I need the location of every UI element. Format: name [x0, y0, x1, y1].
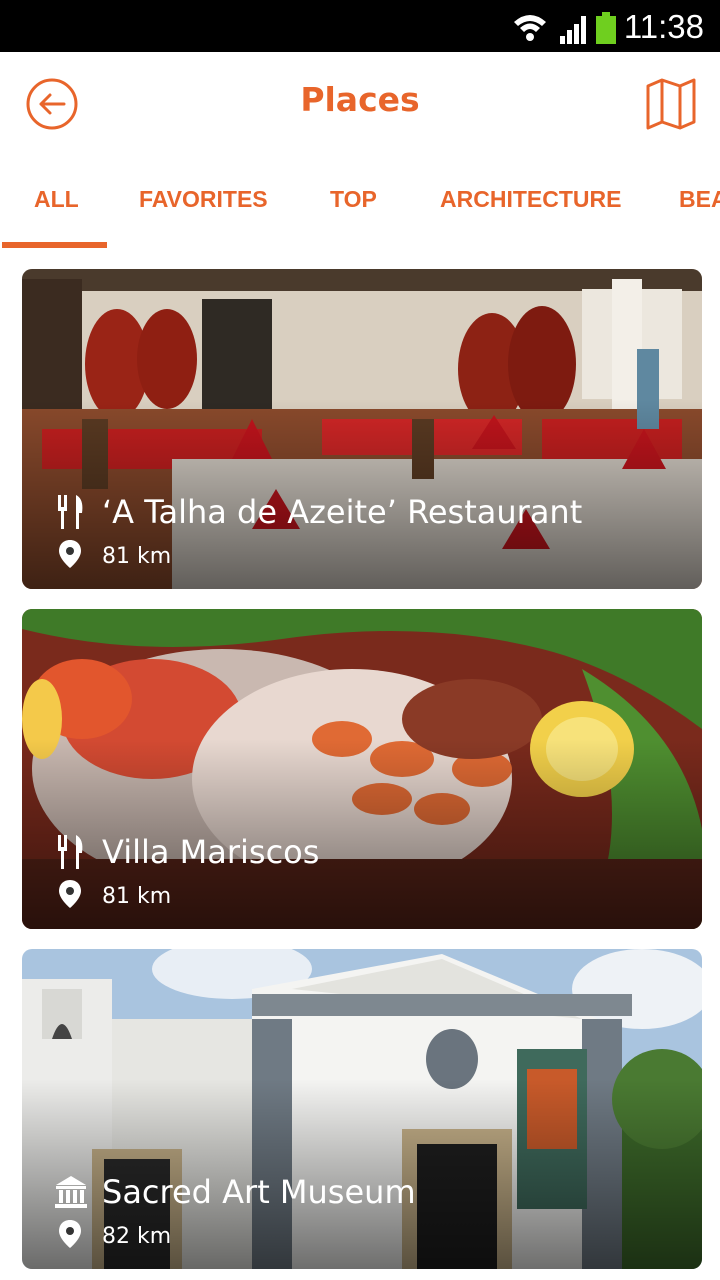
location-pin-icon	[59, 880, 81, 908]
fork-knife-icon	[58, 835, 83, 869]
status-bar: 11:38	[0, 0, 720, 52]
tab-indicator	[2, 242, 107, 248]
museum-icon	[55, 1176, 87, 1208]
place-name: ‘A Talha de Azeite’ Restaurant	[102, 493, 583, 531]
signal-icon	[560, 16, 586, 44]
category-tabs: ALL FAVORITES TOP ARCHITECTURE BEA	[0, 162, 720, 248]
place-name: Villa Mariscos	[102, 833, 320, 871]
location-pin-icon	[59, 1220, 81, 1248]
place-card[interactable]: Sacred Art Museum 82 km	[22, 949, 702, 1269]
tab-all[interactable]: ALL	[34, 186, 79, 213]
place-distance: 82 km	[102, 1224, 172, 1249]
tab-top[interactable]: TOP	[330, 186, 377, 213]
battery-icon	[596, 12, 616, 44]
place-card[interactable]: Villa Mariscos 81 km	[22, 609, 702, 929]
status-time: 11:38	[623, 8, 704, 45]
location-pin-icon	[59, 540, 81, 568]
place-name: Sacred Art Museum	[102, 1173, 416, 1211]
place-distance: 81 km	[102, 884, 172, 909]
page-title: Places	[300, 80, 420, 119]
map-button[interactable]	[644, 76, 698, 132]
app-bar: Places	[0, 52, 720, 162]
fork-knife-icon	[58, 495, 83, 529]
place-distance: 81 km	[102, 544, 172, 569]
place-card[interactable]: ‘A Talha de Azeite’ Restaurant 81 km	[22, 269, 702, 589]
wifi-icon	[514, 15, 546, 41]
status-icons	[514, 12, 616, 44]
map-icon	[646, 78, 696, 130]
tab-favorites[interactable]: FAVORITES	[139, 186, 268, 213]
tab-architecture[interactable]: ARCHITECTURE	[440, 186, 621, 213]
tab-beaches[interactable]: BEA	[679, 186, 720, 213]
